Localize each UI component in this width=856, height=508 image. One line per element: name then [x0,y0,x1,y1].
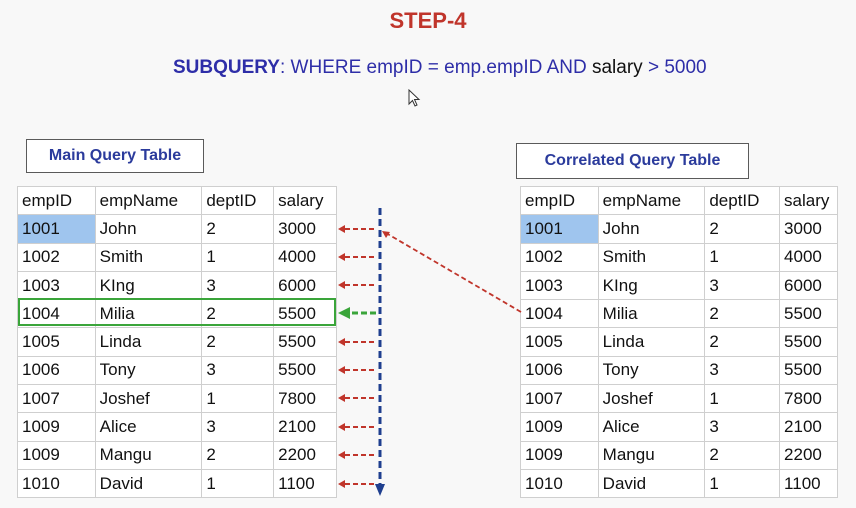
red-arrowhead [338,281,345,289]
scan-down-arrowhead [375,484,385,496]
red-arrowhead [338,225,345,233]
correlation-link-arrow [385,232,522,313]
arrows-overlay [338,208,522,496]
red-arrowhead [338,366,345,374]
red-arrowhead [338,451,345,459]
red-arrowhead [338,423,345,431]
red-arrowhead [338,338,345,346]
red-arrowhead [338,480,345,488]
red-arrowhead [338,253,345,261]
red-arrowhead [338,394,345,402]
green-match-arrowhead [338,307,350,319]
